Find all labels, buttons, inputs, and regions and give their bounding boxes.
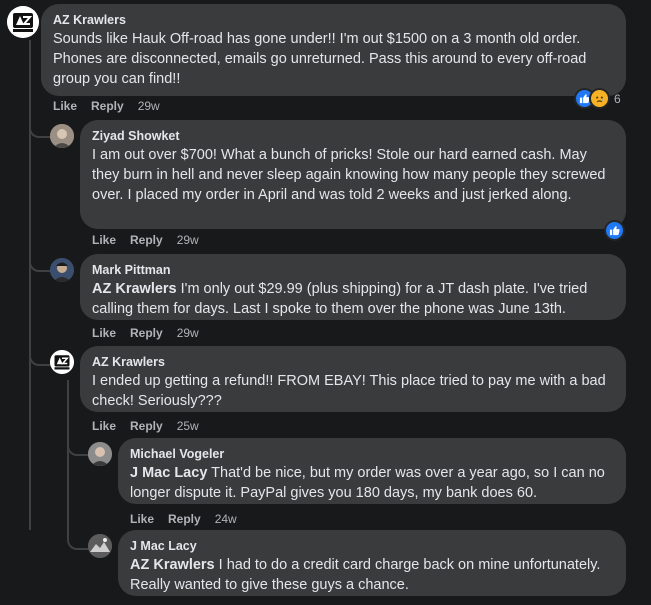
comment-author[interactable]: Ziyad Showket	[92, 128, 614, 145]
comment-author[interactable]: J Mac Lacy	[130, 538, 614, 555]
like-reaction-icon	[604, 220, 625, 241]
comment-bubble: Michael Vogeler J Mac Lacy That'd be nic…	[118, 438, 626, 504]
comment-bubble: Mark Pittman AZ Krawlers I'm only out $2…	[80, 254, 626, 320]
reply-button[interactable]: Reply	[130, 419, 163, 433]
comment-text: AZ Krawlers I had to do a credit card ch…	[130, 555, 614, 595]
comment-actions: Like Reply 24w	[130, 511, 237, 527]
comment-actions: Like Reply 29w	[92, 232, 199, 248]
comment-text: I am out over $700! What a bunch of pric…	[92, 147, 606, 203]
sad-reaction-icon	[589, 88, 610, 109]
comment-text: AZ Krawlers I'm only out $29.99 (plus sh…	[92, 279, 614, 319]
comment-author[interactable]: AZ Krawlers	[92, 354, 614, 371]
thread-connector	[29, 340, 51, 366]
like-button[interactable]: Like	[92, 233, 116, 247]
timestamp[interactable]: 25w	[177, 419, 199, 433]
thread-connector	[29, 108, 51, 138]
comment-text: Sounds like Hauk Off-road has gone under…	[53, 31, 587, 87]
timestamp[interactable]: 24w	[215, 512, 237, 526]
comment-author[interactable]: Michael Vogeler	[130, 446, 614, 463]
comment-text: J Mac Lacy That'd be nice, but my order …	[130, 463, 614, 503]
like-button[interactable]: Like	[53, 99, 77, 113]
reaction-summary[interactable]	[604, 220, 625, 241]
reaction-summary[interactable]: 6	[574, 88, 621, 109]
az-krawlers-logo-icon	[7, 6, 39, 38]
reaction-count: 6	[614, 91, 621, 106]
thread-connector	[67, 524, 89, 550]
avatar[interactable]	[88, 442, 112, 466]
comment-author[interactable]: AZ Krawlers	[53, 12, 614, 29]
comment-bubble: AZ Krawlers Sounds like Hauk Off-road ha…	[41, 4, 626, 96]
comment-actions: Like Reply 29w	[53, 98, 160, 114]
reply-button[interactable]: Reply	[130, 326, 163, 340]
like-button[interactable]: Like	[92, 326, 116, 340]
thread-connector	[67, 432, 89, 456]
comment-text: I ended up getting a refund!! FROM EBAY!…	[92, 373, 606, 409]
profile-photo-icon	[50, 124, 74, 148]
timestamp[interactable]: 29w	[177, 233, 199, 247]
comment-author[interactable]: Mark Pittman	[92, 262, 614, 279]
profile-photo-icon	[50, 258, 74, 282]
avatar[interactable]	[50, 350, 74, 374]
like-button[interactable]: Like	[92, 419, 116, 433]
timestamp[interactable]: 29w	[177, 326, 199, 340]
like-button[interactable]: Like	[130, 512, 154, 526]
mention-link[interactable]: AZ Krawlers	[130, 557, 215, 573]
reply-button[interactable]: Reply	[130, 233, 163, 247]
thread-line	[67, 380, 69, 532]
avatar[interactable]	[7, 6, 39, 38]
reply-button[interactable]: Reply	[91, 99, 124, 113]
comment-bubble: AZ Krawlers I ended up getting a refund!…	[80, 346, 626, 412]
comment-bubble: Ziyad Showket I am out over $700! What a…	[80, 120, 626, 229]
profile-photo-icon	[88, 442, 112, 466]
avatar[interactable]	[50, 258, 74, 282]
avatar[interactable]	[88, 534, 112, 558]
profile-photo-icon	[88, 534, 112, 558]
thread-connector	[29, 248, 51, 272]
mention-link[interactable]: J Mac Lacy	[130, 465, 207, 481]
mention-link[interactable]: AZ Krawlers	[92, 281, 177, 297]
timestamp[interactable]: 29w	[138, 99, 160, 113]
comment-actions: Like Reply 25w	[92, 418, 199, 434]
comment-bubble: J Mac Lacy AZ Krawlers I had to do a cre…	[118, 530, 626, 596]
avatar[interactable]	[50, 124, 74, 148]
reply-button[interactable]: Reply	[168, 512, 201, 526]
az-krawlers-logo-icon	[50, 350, 74, 374]
comment-actions: Like Reply 29w	[92, 325, 199, 341]
